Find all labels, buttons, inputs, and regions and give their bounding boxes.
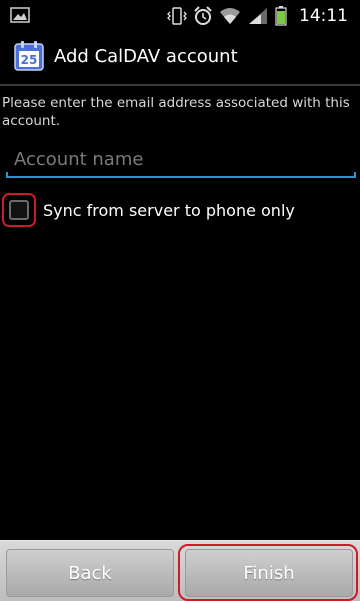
sync-option-label: Sync from server to phone only xyxy=(43,200,295,220)
signal-icon xyxy=(249,8,267,24)
gallery-icon xyxy=(10,7,30,23)
calendar-icon: 25 xyxy=(14,41,44,71)
alarm-icon xyxy=(194,6,212,25)
sync-checkbox[interactable] xyxy=(9,200,29,220)
title-bar: 25 Add CalDAV account xyxy=(0,32,360,80)
input-underline xyxy=(6,172,356,178)
page-title: Add CalDAV account xyxy=(54,45,238,67)
back-button[interactable]: Back xyxy=(6,549,174,597)
account-name-field xyxy=(6,144,356,178)
finish-button[interactable]: Finish xyxy=(185,549,353,597)
title-divider xyxy=(0,84,360,86)
status-clock: 14:11 xyxy=(299,6,348,26)
button-bar: Back Finish xyxy=(0,540,360,601)
account-prompt: Please enter the email address associate… xyxy=(2,95,350,129)
status-icons: 14:11 xyxy=(167,0,348,32)
checkbox-highlight xyxy=(2,193,36,227)
vibrate-icon xyxy=(167,7,187,25)
sync-option-row[interactable]: Sync from server to phone only xyxy=(0,190,360,230)
account-name-input[interactable] xyxy=(6,144,356,174)
battery-icon xyxy=(275,6,287,26)
calendar-day: 25 xyxy=(21,53,38,67)
status-bar: 14:11 xyxy=(0,0,360,32)
wifi-icon xyxy=(220,8,240,24)
